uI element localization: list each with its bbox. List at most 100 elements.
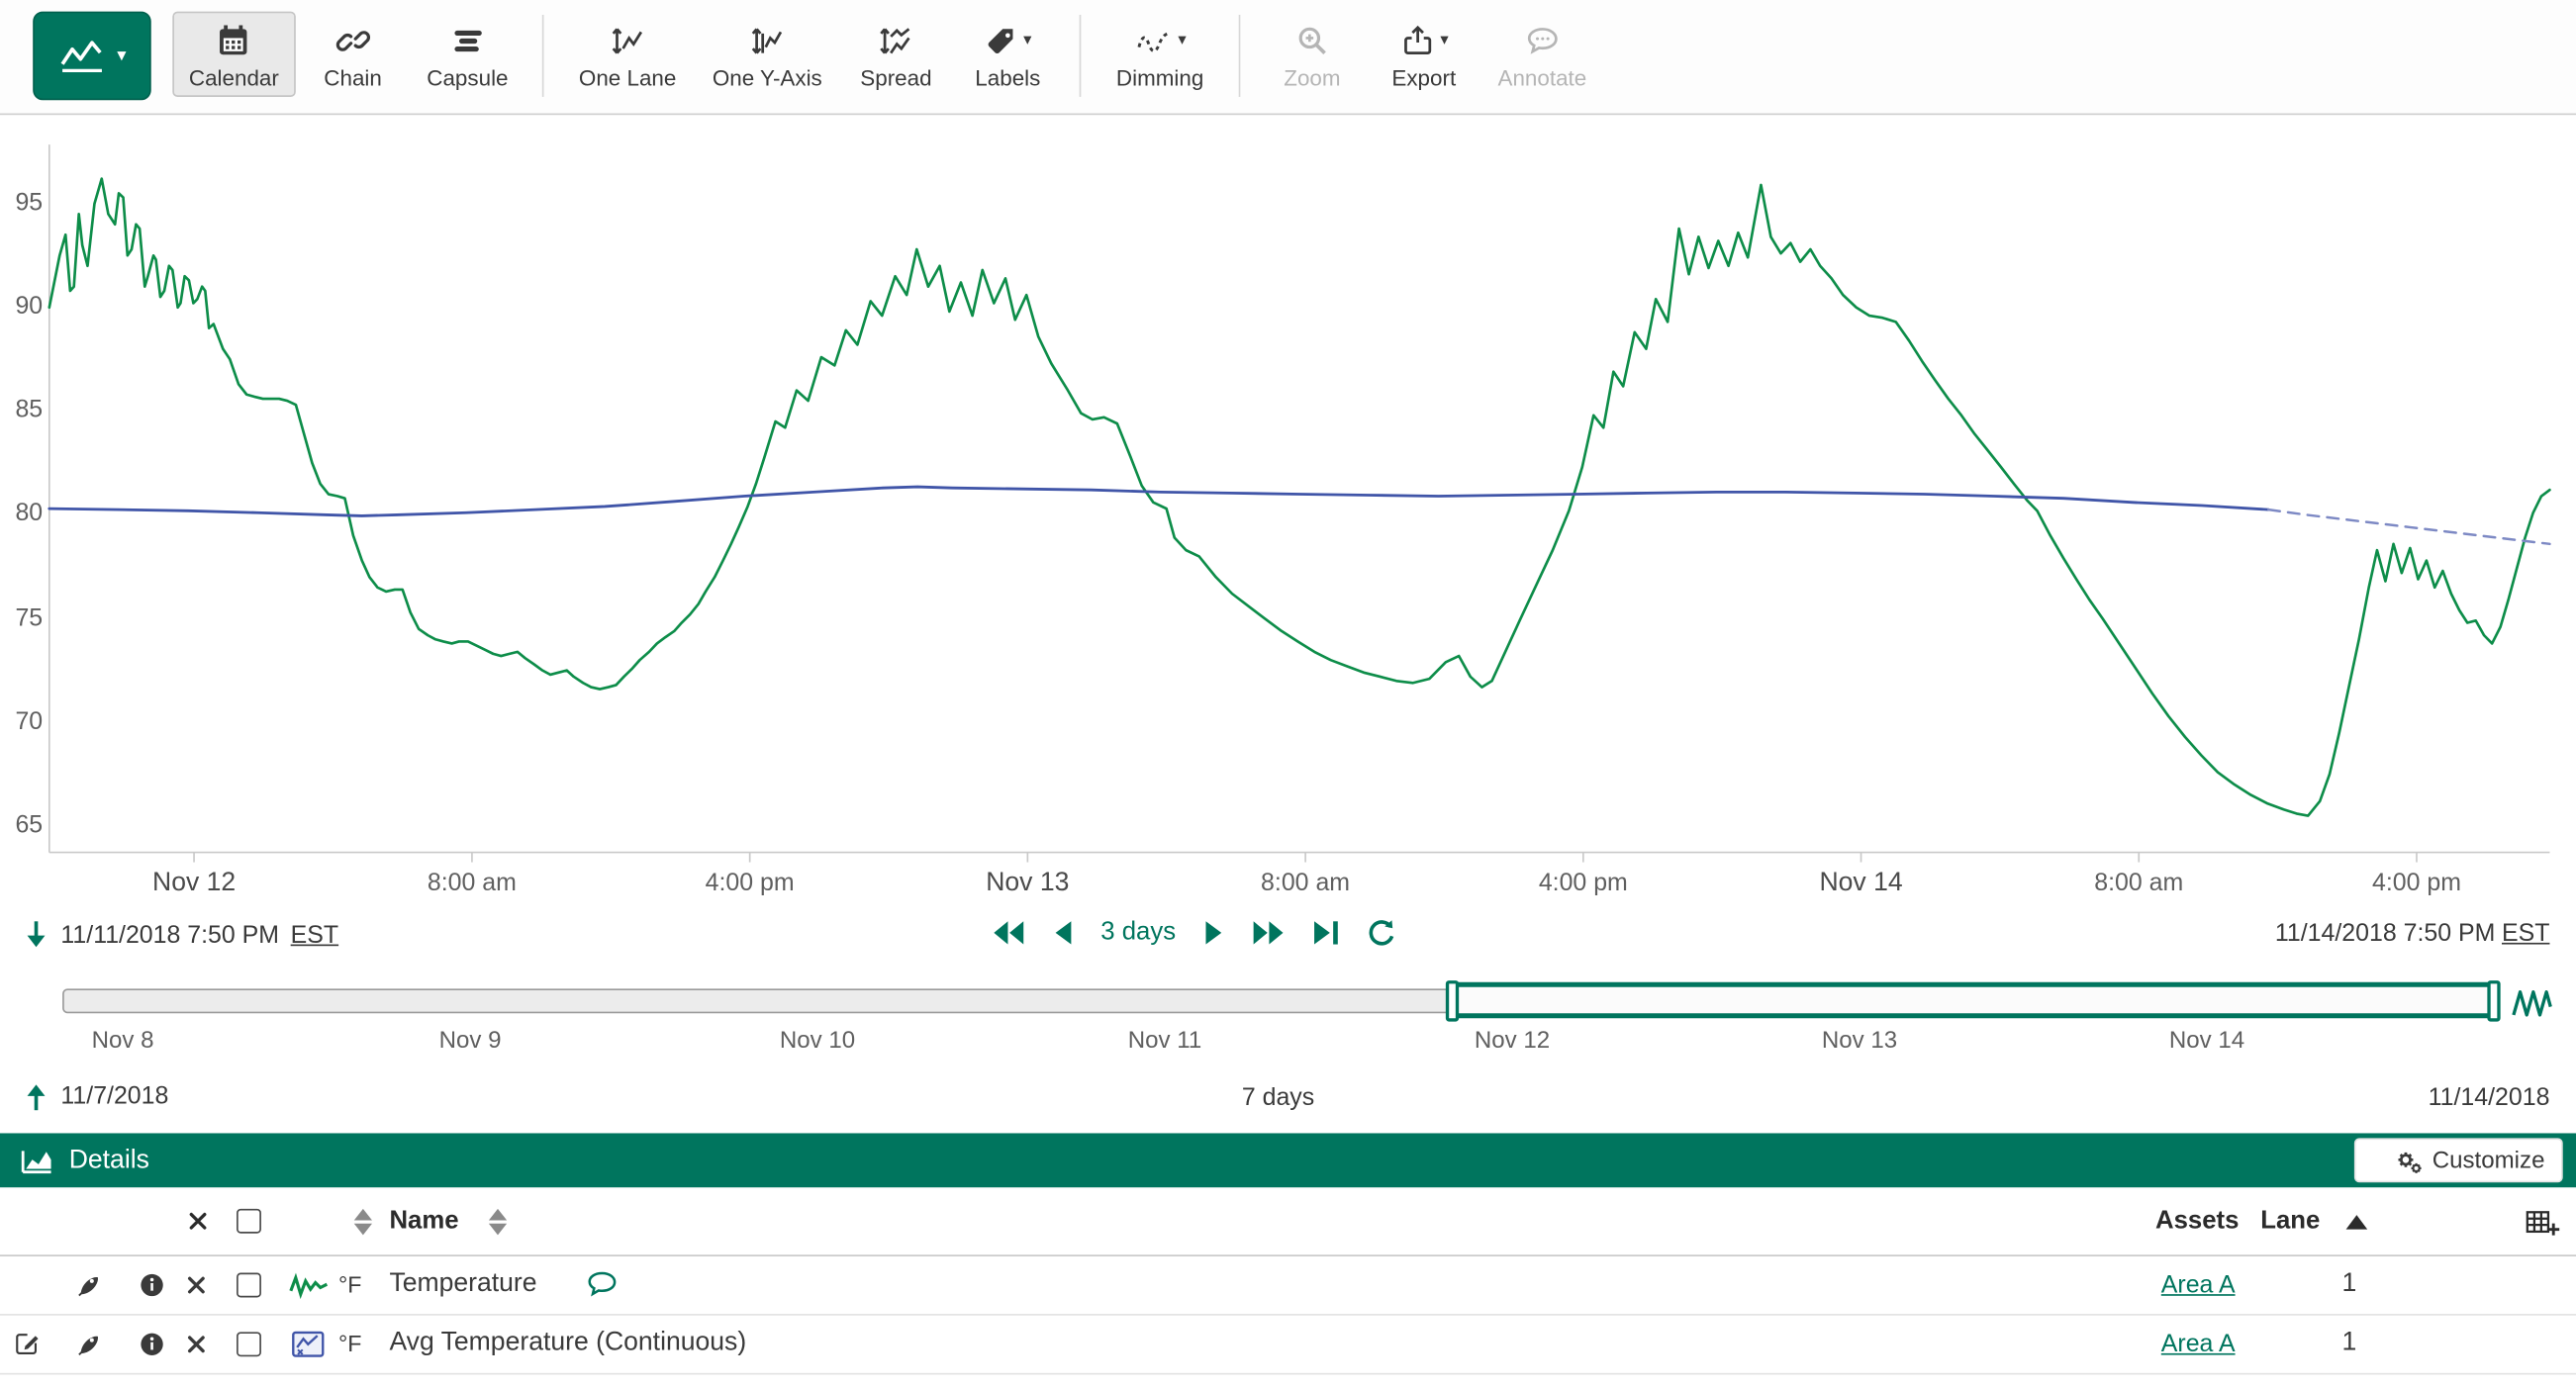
annotate-icon (1524, 20, 1561, 62)
x-axis-label: 4:00 pm (2318, 869, 2515, 896)
skip-to-end-button[interactable] (1312, 920, 1339, 947)
chain-button[interactable]: Chain (299, 12, 408, 97)
customize-button[interactable]: Customize (2353, 1138, 2563, 1182)
investigate-range-duration[interactable]: 7 days (62, 1084, 2494, 1112)
customize-label: Customize (2433, 1148, 2545, 1174)
details-row-avg-temperature: °F Avg Temperature (Continuous) Area A 1 (0, 1314, 2576, 1374)
column-header-name[interactable]: Name (389, 1187, 458, 1254)
remove-icon[interactable] (184, 1314, 209, 1373)
trend-toolbar: ▾ Calendar (0, 0, 2576, 115)
step-backward-button[interactable] (1053, 920, 1073, 947)
timebar-handle-left[interactable] (1445, 980, 1458, 1022)
signal-overview-icon[interactable] (2511, 980, 2553, 1030)
gears-icon (2393, 1146, 2423, 1175)
tag-icon (984, 24, 1018, 58)
capsule-icon (449, 20, 486, 62)
zoom-button[interactable]: Zoom (1258, 12, 1367, 97)
screenshot-viewport: ▾ Calendar (0, 0, 2576, 1388)
item-name[interactable]: Avg Temperature (Continuous) (389, 1314, 746, 1373)
remove-icon[interactable] (184, 1254, 209, 1314)
investigate-range-end: 11/14/2018 (2429, 1084, 2550, 1112)
timebar-handle-right[interactable] (2487, 980, 2500, 1022)
y-axis-label: 95 (0, 189, 43, 217)
x-axis-label: 4:00 pm (651, 869, 848, 896)
timebar-day-label: Nov 14 (2125, 1028, 2289, 1055)
labels-button[interactable]: ▾ Labels (954, 12, 1063, 97)
fast-forward-button[interactable] (1251, 920, 1284, 947)
column-header-lane[interactable]: Lane (2260, 1187, 2320, 1254)
chevron-down-icon: ▾ (1023, 33, 1031, 49)
x-axis-label: Nov 14 (1763, 869, 1959, 898)
y-axis-label: 70 (0, 707, 43, 735)
fast-backward-button[interactable] (993, 920, 1025, 947)
trend-logo-icon (57, 37, 107, 76)
chevron-down-icon: ▾ (117, 46, 126, 64)
calendar-icon (216, 20, 252, 62)
column-header-assets[interactable]: Assets (2155, 1187, 2239, 1254)
dimming-label: Dimming (1116, 65, 1203, 90)
timezone-link[interactable]: EST (2502, 920, 2549, 948)
x-axis-label: 8:00 am (1206, 869, 1403, 896)
calendar-button[interactable]: Calendar (172, 12, 295, 97)
spread-button[interactable]: Spread (842, 12, 951, 97)
toolbar-separator (1238, 15, 1240, 97)
y-axis-label: 65 (0, 811, 43, 839)
row-checkbox[interactable] (237, 1254, 261, 1314)
select-all-checkbox[interactable] (237, 1187, 261, 1254)
investigate-range-start-arrow-icon (23, 1080, 49, 1112)
chevron-down-icon: ▾ (1440, 33, 1448, 49)
timebar-day-label: Nov 13 (1777, 1028, 1942, 1055)
x-axis-label: 8:00 am (2041, 869, 2238, 896)
rocket-icon[interactable] (75, 1314, 103, 1373)
asset-link[interactable]: Area A (2155, 1254, 2241, 1314)
info-icon[interactable] (138, 1254, 165, 1314)
spread-label: Spread (860, 65, 931, 90)
one-lane-button[interactable]: One Lane (562, 12, 693, 97)
info-icon[interactable] (138, 1314, 165, 1373)
export-button[interactable]: ▾ Export (1370, 12, 1479, 97)
capsule-mode-group: Calendar Chain (171, 12, 526, 97)
details-panel-title: Details (69, 1146, 149, 1175)
timebar-day-label: Nov 9 (388, 1028, 552, 1055)
lane-group: One Lane One Y-Axis (561, 12, 1064, 97)
sort-icon[interactable] (486, 1187, 509, 1254)
investigate-range-row: 11/7/2018 7 days 11/14/2018 (0, 1077, 2576, 1120)
one-y-axis-button[interactable]: One Y-Axis (696, 12, 838, 97)
timebar-day-label: Nov 12 (1430, 1028, 1594, 1055)
capsule-button[interactable]: Capsule (411, 12, 525, 97)
annotate-label: Annotate (1498, 65, 1587, 90)
trend-plot-area: 65707580859095Nov 128:00 am4:00 pmNov 13… (0, 115, 2576, 909)
remove-all-icon[interactable] (177, 1187, 217, 1254)
row-checkbox[interactable] (237, 1314, 261, 1373)
trend-chart[interactable] (0, 115, 2576, 909)
display-range-start-arrow-icon (23, 920, 49, 952)
timebar-selection[interactable] (1447, 982, 2499, 1019)
item-name[interactable]: Temperature (389, 1254, 536, 1314)
y-axis-label: 90 (0, 293, 43, 321)
sort-icon[interactable] (351, 1187, 374, 1254)
display-range-bar: 11/11/2018 7:50 PM EST 3 days (0, 910, 2576, 966)
x-axis-label: Nov 12 (96, 869, 293, 898)
details-panel-header: Details Customize (0, 1133, 2576, 1187)
display-range-duration[interactable]: 3 days (1100, 918, 1176, 948)
view-selector-button[interactable]: ▾ (33, 12, 151, 101)
dimming-button[interactable]: ▾ Dimming (1099, 12, 1220, 97)
table-customize-icon[interactable] (2524, 1187, 2560, 1254)
refresh-button[interactable] (1367, 918, 1396, 948)
timezone-link[interactable]: EST (291, 921, 338, 949)
one-y-axis-label: One Y-Axis (713, 65, 822, 90)
trend-workbench: ▾ Calendar (0, 0, 2576, 1388)
asset-link[interactable]: Area A (2155, 1314, 2241, 1373)
sort-ascending-icon[interactable] (2344, 1187, 2369, 1254)
export-icon (1399, 23, 1436, 59)
one-y-axis-icon (747, 20, 787, 62)
x-axis-label: Nov 13 (929, 869, 1126, 898)
annotation-bubble-icon[interactable] (585, 1254, 620, 1314)
timebar-day-label: Nov 8 (41, 1028, 205, 1055)
one-lane-label: One Lane (579, 65, 676, 90)
step-forward-button[interactable] (1203, 920, 1223, 947)
annotate-button[interactable]: Annotate (1481, 12, 1603, 97)
display-range-start: 11/11/2018 7:50 PM (60, 921, 279, 949)
rocket-icon[interactable] (75, 1254, 103, 1314)
edit-icon[interactable] (13, 1314, 43, 1373)
